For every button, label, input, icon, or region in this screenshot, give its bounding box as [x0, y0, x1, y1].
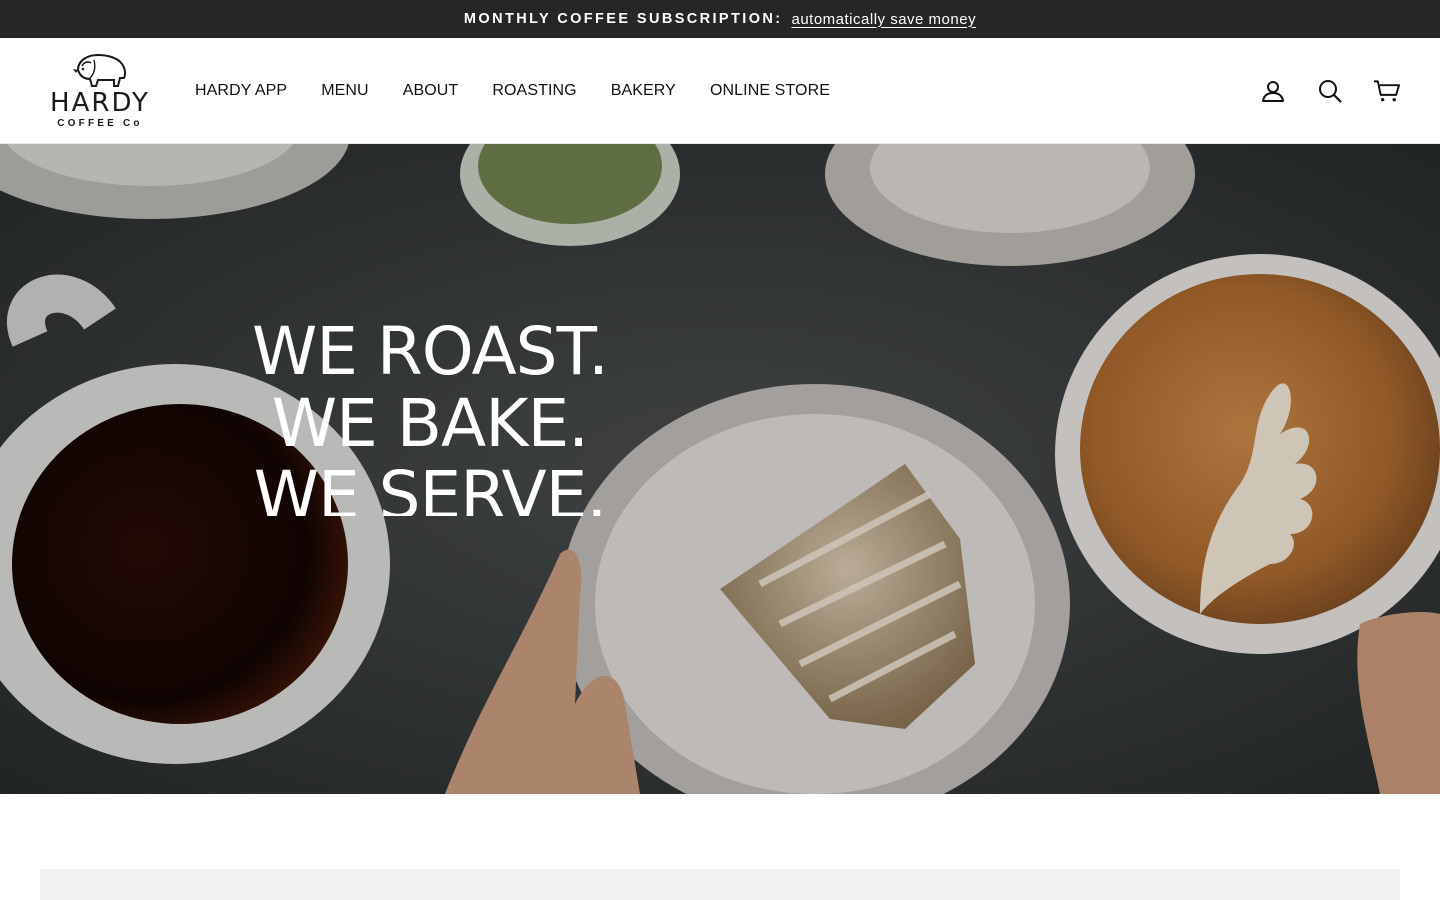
main-nav: HARDY APP MENU ABOUT ROASTING BAKERY ONL…: [178, 38, 847, 144]
nav-item-bakery[interactable]: BAKERY: [594, 82, 693, 100]
nav-item-online-store[interactable]: ONLINE STORE: [693, 82, 847, 100]
nav-item-hardy-app[interactable]: HARDY APP: [178, 82, 304, 100]
hero-line-3: WE SERVE.: [253, 457, 608, 517]
account-icon[interactable]: [1259, 78, 1286, 105]
site-logo[interactable]: HARDY COFFEE Co: [40, 52, 160, 132]
announcement-link[interactable]: automatically save money: [791, 11, 976, 28]
hero-line-1: WE ROAST.: [251, 316, 609, 390]
nav-item-menu[interactable]: MENU: [304, 82, 386, 100]
search-icon[interactable]: [1316, 78, 1343, 105]
nav-item-roasting[interactable]: ROASTING: [475, 82, 593, 100]
hero-banner: WE ROAST. WE BAKE. WE SERVE.: [0, 144, 1440, 794]
site-header: HARDY COFFEE Co HARDY APP MENU ABOUT ROA…: [0, 38, 1440, 144]
nav-item-about[interactable]: ABOUT: [386, 82, 476, 100]
hero-headline: WE ROAST. WE BAKE. WE SERVE.: [190, 316, 670, 516]
header-icons: [1259, 38, 1400, 144]
announcement-lead: MONTHLY COFFEE SUBSCRIPTION:: [463, 11, 783, 27]
next-section-panel: [40, 869, 1400, 900]
hero-line-2: WE BAKE.: [271, 385, 589, 462]
logo-wordmark: HARDY: [50, 88, 150, 118]
logo-subline: COFFEE Co: [57, 118, 143, 129]
cart-icon[interactable]: [1373, 78, 1400, 105]
bison-logo-icon: [73, 53, 127, 87]
announcement-bar: MONTHLY COFFEE SUBSCRIPTION: automatical…: [0, 0, 1440, 38]
